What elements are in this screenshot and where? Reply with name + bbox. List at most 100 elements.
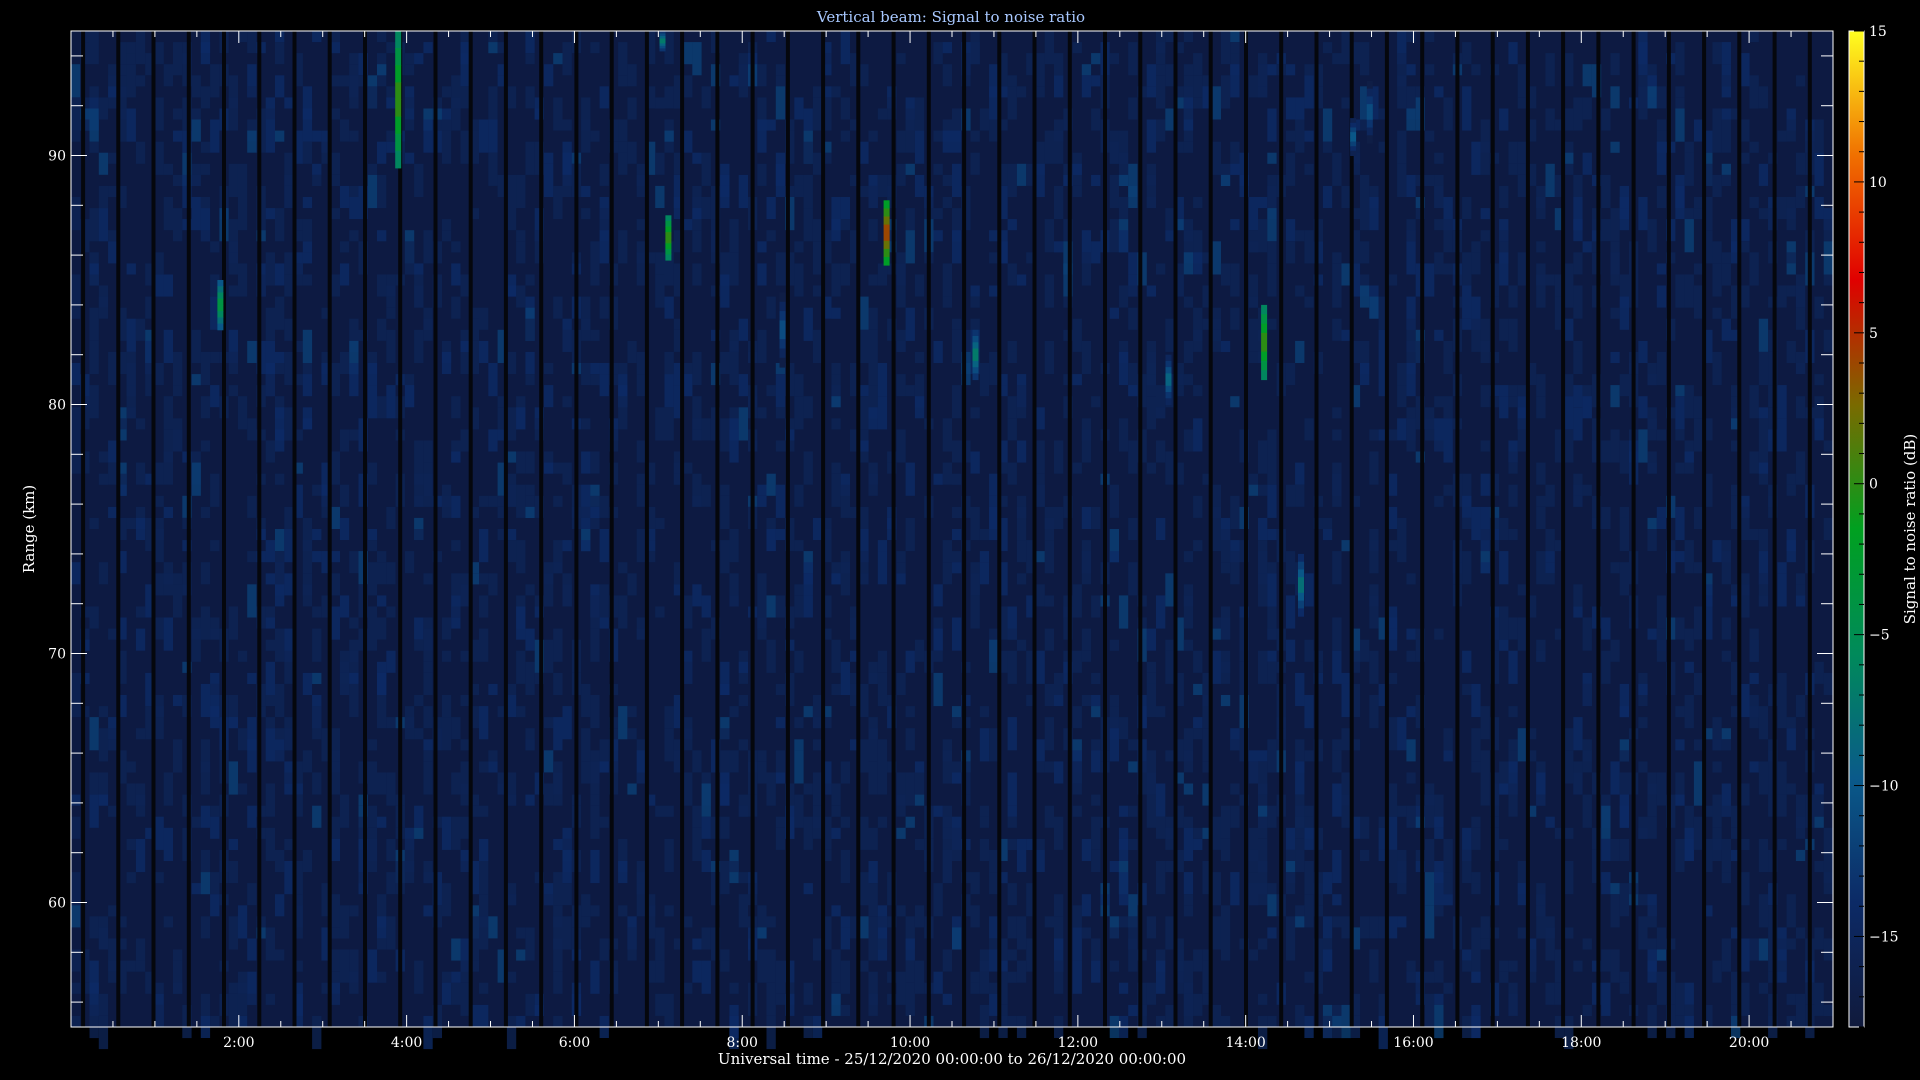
noise-cell <box>1035 551 1045 563</box>
noise-cell <box>1777 197 1787 220</box>
noise-cell <box>265 440 275 463</box>
noise-cell <box>905 230 915 264</box>
noise-cell <box>1183 551 1194 563</box>
noise-cell <box>1638 340 1648 363</box>
colorbar-tick-label: 5 <box>1869 326 1878 342</box>
noise-cell <box>265 728 275 762</box>
noise-cell <box>339 905 350 939</box>
noise-cell <box>479 861 489 895</box>
noise-cell <box>200 440 211 452</box>
noise-cell <box>163 573 173 596</box>
noise-cell <box>1740 949 1750 972</box>
noise-cell <box>636 772 646 784</box>
noise-cell <box>1072 185 1082 197</box>
noise-cell <box>377 31 387 43</box>
noise-cell <box>664 296 674 319</box>
noise-cell <box>562 584 572 607</box>
noise-cell <box>1517 141 1527 164</box>
noise-cell <box>859 385 869 397</box>
noise-cell <box>1016 838 1027 873</box>
noise-cell <box>1619 883 1629 917</box>
noise-cell <box>1443 894 1453 906</box>
noise-cell <box>914 396 925 419</box>
noise-cell <box>1406 573 1416 585</box>
noise-cell <box>377 916 387 939</box>
noise-cell <box>1183 252 1194 275</box>
noise-cell <box>1564 108 1574 131</box>
noise-cell <box>1193 97 1203 109</box>
data-gap <box>821 31 826 1027</box>
noise-cell <box>1499 318 1509 341</box>
noise-cell <box>831 783 841 806</box>
noise-cell <box>1601 617 1611 640</box>
noise-cell <box>1341 794 1351 828</box>
noise-cell <box>479 529 489 563</box>
noise-cell <box>636 174 646 197</box>
noise-cell <box>506 1015 517 1050</box>
noise-cell <box>1081 551 1092 585</box>
data-gap <box>1666 31 1671 1027</box>
noise-cell <box>1183 64 1194 76</box>
noise-cell <box>544 750 554 773</box>
noise-cell <box>868 861 878 884</box>
noise-cell <box>1193 418 1203 452</box>
noise-cell <box>1091 750 1101 773</box>
noise-cell <box>979 728 990 762</box>
noise-cell <box>720 495 730 529</box>
noise-cell <box>952 440 962 463</box>
noise-cell <box>896 263 906 286</box>
noise-cell <box>386 916 396 950</box>
noise-cell <box>766 385 776 397</box>
noise-cell <box>1387 717 1398 751</box>
noise-cell <box>1118 230 1129 253</box>
noise-cell <box>1508 462 1518 474</box>
echo-segment <box>1366 127 1373 136</box>
noise-cell <box>599 163 609 186</box>
noise-cell <box>1434 872 1444 906</box>
noise-cell <box>970 982 980 994</box>
noise-cell <box>1360 916 1370 939</box>
noise-cell <box>1684 628 1694 651</box>
noise-cell <box>636 883 646 917</box>
noise-cell <box>1183 595 1194 629</box>
noise-cell <box>367 617 378 651</box>
noise-cell <box>451 296 461 319</box>
noise-cell <box>738 407 748 441</box>
noise-cell <box>237 993 248 1016</box>
noise-cell <box>1786 540 1796 563</box>
noise-cell <box>720 683 730 695</box>
noise-cell <box>479 838 489 861</box>
noise-cell <box>692 938 702 950</box>
noise-cell <box>1462 252 1472 286</box>
noise-cell <box>1406 174 1416 197</box>
echo-segment <box>659 48 666 52</box>
noise-cell <box>1035 86 1045 98</box>
noise-cell <box>1545 551 1555 563</box>
noise-cell <box>1165 750 1175 762</box>
noise-cell <box>200 872 211 895</box>
noise-cell <box>1156 42 1166 54</box>
noise-cell <box>367 805 378 828</box>
noise-cell <box>905 982 915 1016</box>
data-gap <box>327 31 332 1027</box>
noise-cell <box>896 905 906 917</box>
noise-cell <box>664 805 674 817</box>
noise-cell <box>1035 440 1045 474</box>
noise-cell <box>1684 385 1694 419</box>
noise-cell <box>812 241 823 275</box>
noise-cell <box>757 949 767 983</box>
noise-cell <box>1610 639 1620 662</box>
noise-cell <box>989 849 999 872</box>
noise-cell <box>1582 617 1592 651</box>
noise-cell <box>451 982 461 1005</box>
noise-cell <box>1758 706 1769 740</box>
noise-cell <box>905 728 915 751</box>
noise-cell <box>349 130 359 142</box>
noise-cell <box>581 517 591 529</box>
noise-cell <box>135 318 146 341</box>
noise-cell <box>1156 64 1166 76</box>
noise-cell <box>377 562 387 585</box>
noise-cell <box>692 42 702 76</box>
noise-cell <box>404 385 415 408</box>
noise-cell <box>1462 683 1472 695</box>
